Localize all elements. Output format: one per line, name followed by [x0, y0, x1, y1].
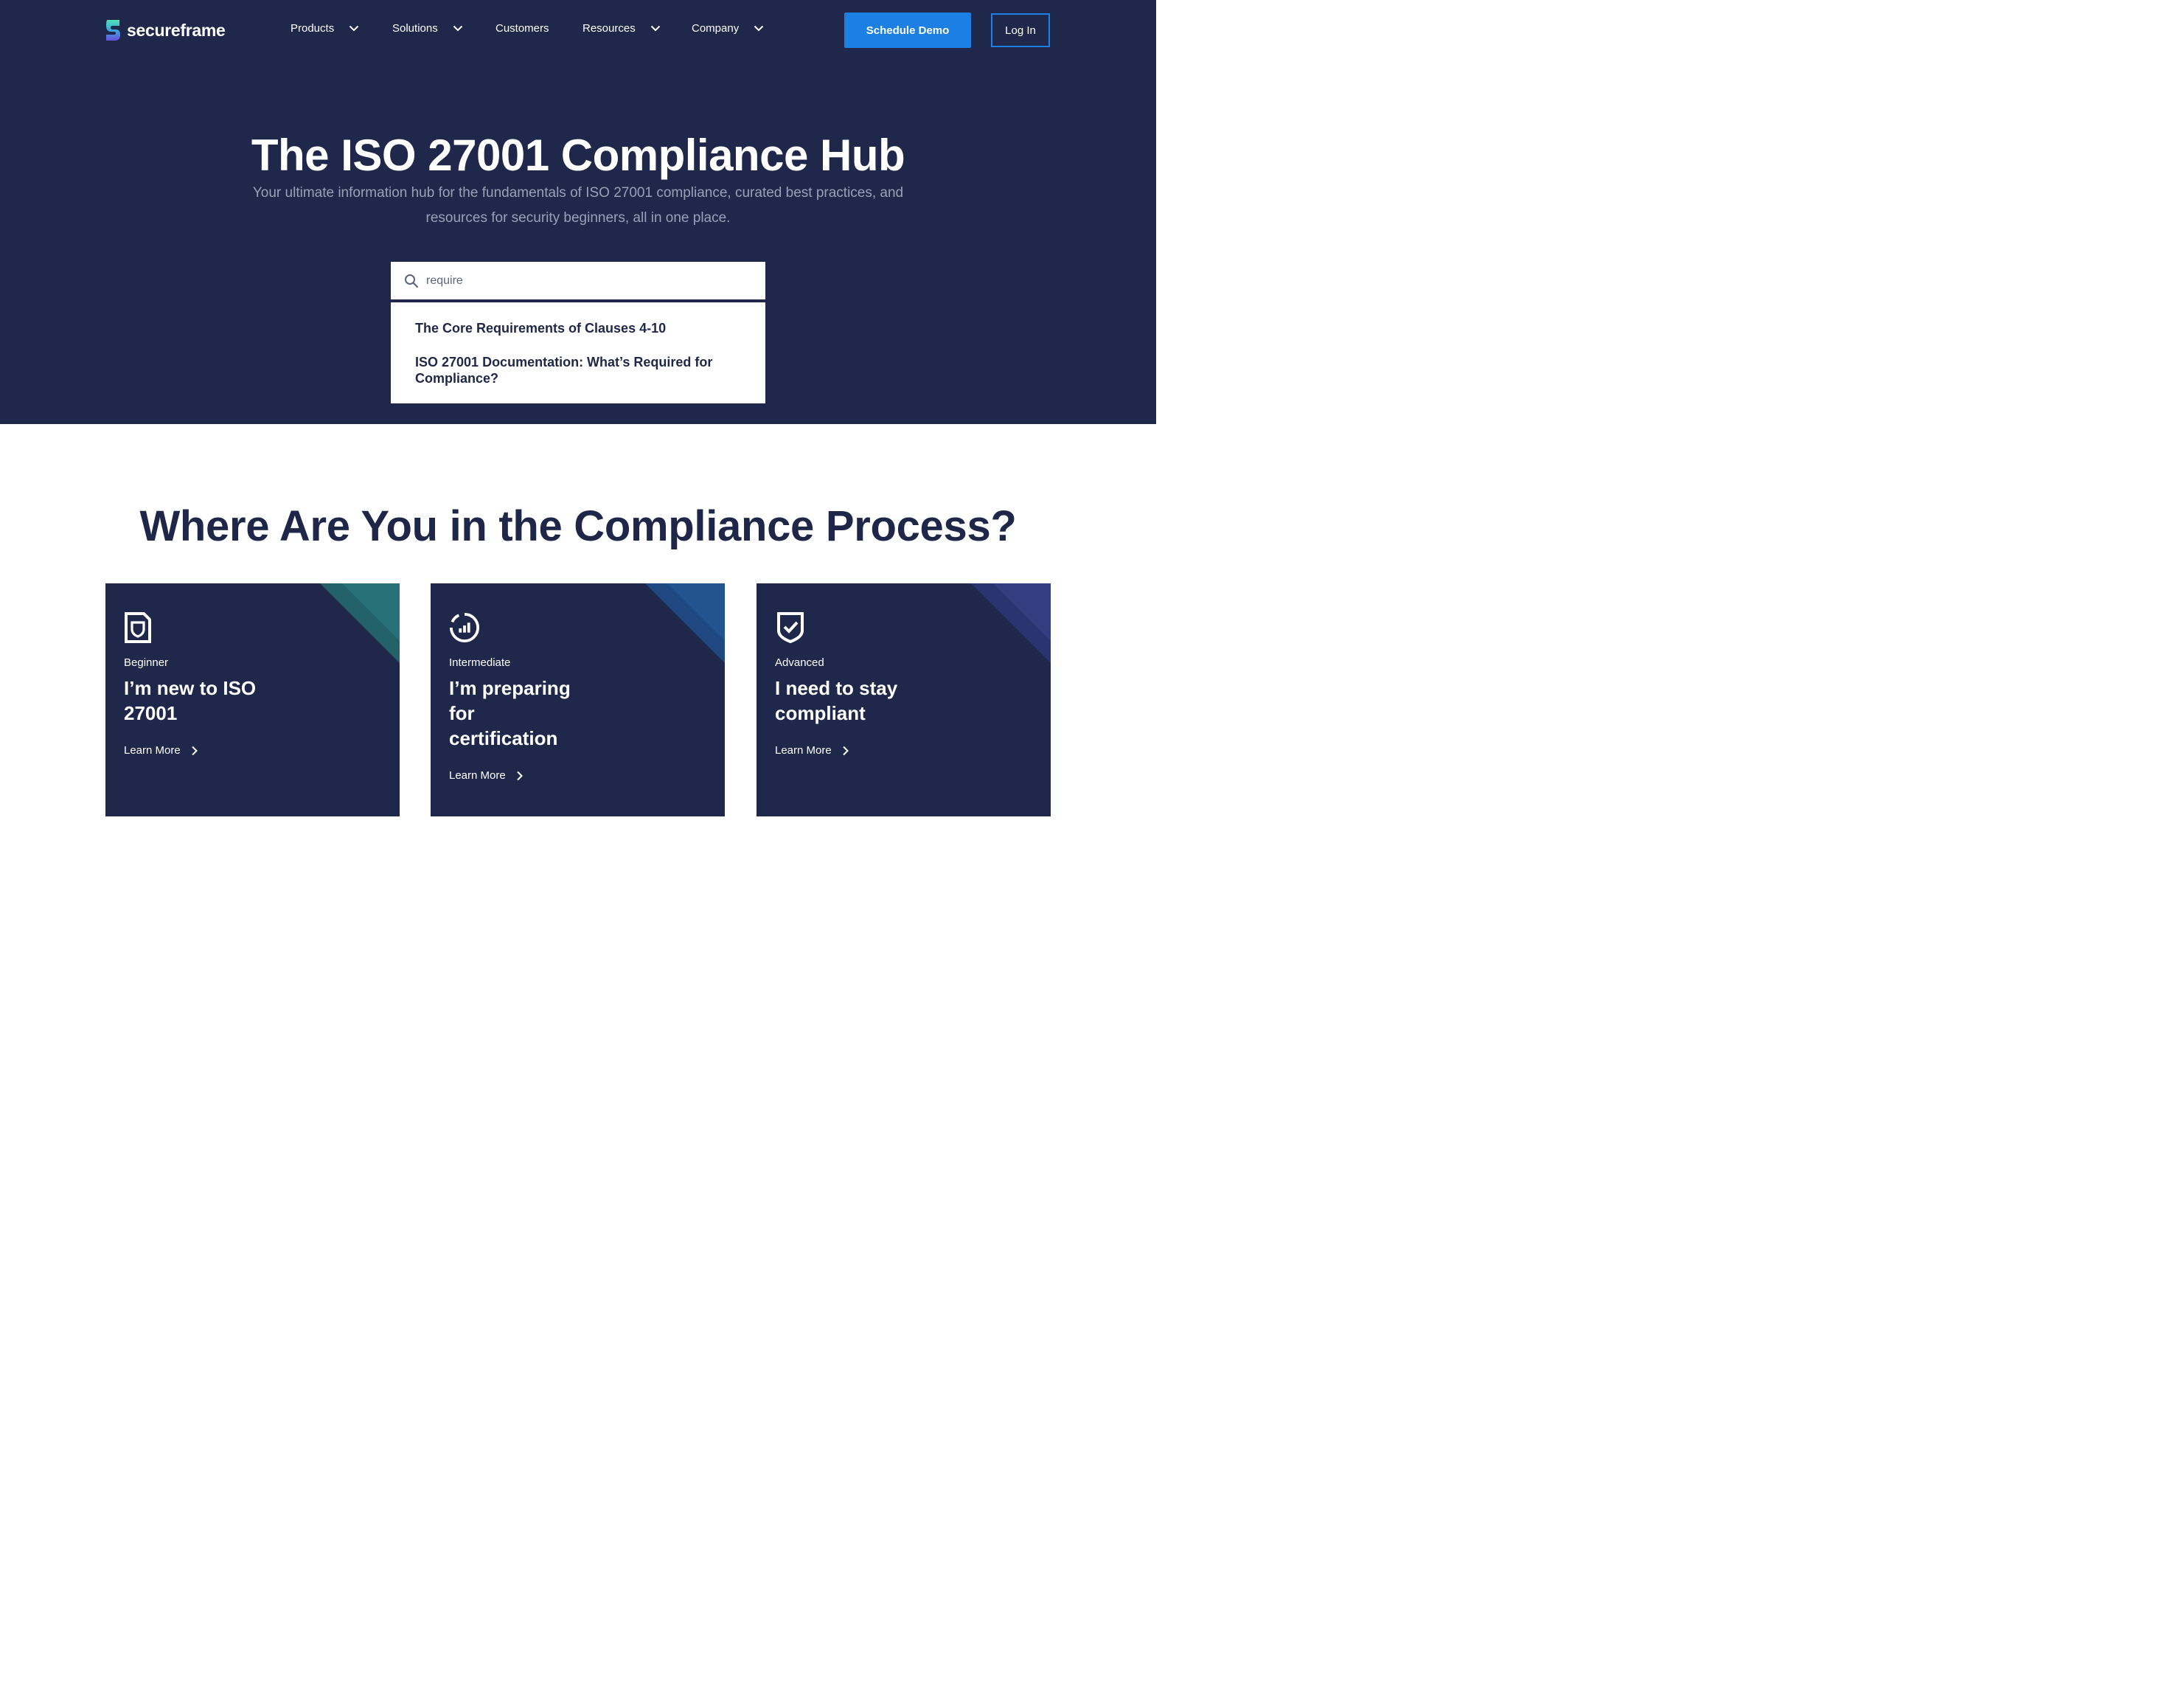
chevron-down-icon	[650, 25, 660, 32]
nav-company[interactable]: Company	[692, 22, 764, 35]
top-navigation: secureframe Products Solutions Customers…	[0, 0, 1156, 60]
page-title: The ISO 27001 Compliance Hub	[251, 131, 905, 180]
chevron-down-icon	[349, 25, 359, 32]
secureframe-logo[interactable]: secureframe	[105, 19, 226, 41]
corner-decoration	[320, 583, 400, 663]
nav-products[interactable]: Products	[291, 22, 359, 35]
card-heading: I’m preparing for certification	[449, 677, 571, 749]
chevron-right-icon	[843, 746, 849, 755]
search-result-item[interactable]: The Core Requirements of Clauses 4-10	[415, 320, 741, 336]
nav-products-label: Products	[291, 22, 335, 35]
card-advanced[interactable]: Advanced I need to stay compliant Learn …	[757, 583, 1051, 816]
nav-customers-label: Customers	[495, 22, 549, 35]
chevron-right-icon	[192, 746, 198, 755]
schedule-demo-button[interactable]: Schedule Demo	[844, 13, 971, 48]
document-shield-icon	[125, 612, 151, 643]
card-level: Beginner	[124, 656, 169, 669]
nav-company-label: Company	[692, 22, 740, 35]
card-level: Intermediate	[449, 656, 511, 669]
search-icon	[405, 274, 419, 288]
nav-resources-label: Resources	[582, 22, 636, 35]
progress-chart-icon	[449, 612, 480, 643]
card-level: Advanced	[775, 656, 824, 669]
corner-decoration	[645, 583, 725, 663]
learn-more-link[interactable]: Learn More	[449, 769, 524, 782]
search-box[interactable]	[391, 262, 765, 299]
learn-more-link[interactable]: Learn More	[775, 744, 849, 757]
chevron-down-icon	[754, 25, 764, 32]
search-input[interactable]	[426, 274, 751, 288]
nav-resources[interactable]: Resources	[582, 22, 661, 35]
secureframe-logo-icon	[106, 20, 120, 41]
card-heading: I need to stay compliant	[775, 677, 898, 724]
search-result-item[interactable]: ISO 27001 Documentation: What’s Required…	[415, 354, 741, 386]
nav-customers[interactable]: Customers	[495, 22, 549, 35]
learn-more-label: Learn More	[124, 744, 181, 757]
section-title: Where Are You in the Compliance Process?	[139, 502, 1017, 550]
nav-solutions[interactable]: Solutions	[392, 22, 463, 35]
chevron-down-icon	[453, 25, 462, 32]
nav-solutions-label: Solutions	[392, 22, 438, 35]
card-heading: I’m new to ISO 27001	[124, 677, 257, 724]
hero-subtitle: Your ultimate information hub for the fu…	[252, 185, 904, 226]
search-results-dropdown: The Core Requirements of Clauses 4-10 IS…	[391, 302, 765, 403]
learn-more-label: Learn More	[775, 744, 832, 757]
brand-name: secureframe	[127, 20, 226, 40]
log-in-button[interactable]: Log In	[991, 13, 1050, 47]
card-beginner[interactable]: Beginner I’m new to ISO 27001 Learn More	[105, 583, 400, 816]
chevron-right-icon	[517, 771, 523, 780]
learn-more-label: Learn More	[449, 769, 506, 782]
learn-more-link[interactable]: Learn More	[124, 744, 198, 757]
shield-check-icon	[777, 612, 804, 644]
card-intermediate[interactable]: Intermediate I’m preparing for certifica…	[431, 583, 725, 816]
corner-decoration	[971, 583, 1051, 663]
